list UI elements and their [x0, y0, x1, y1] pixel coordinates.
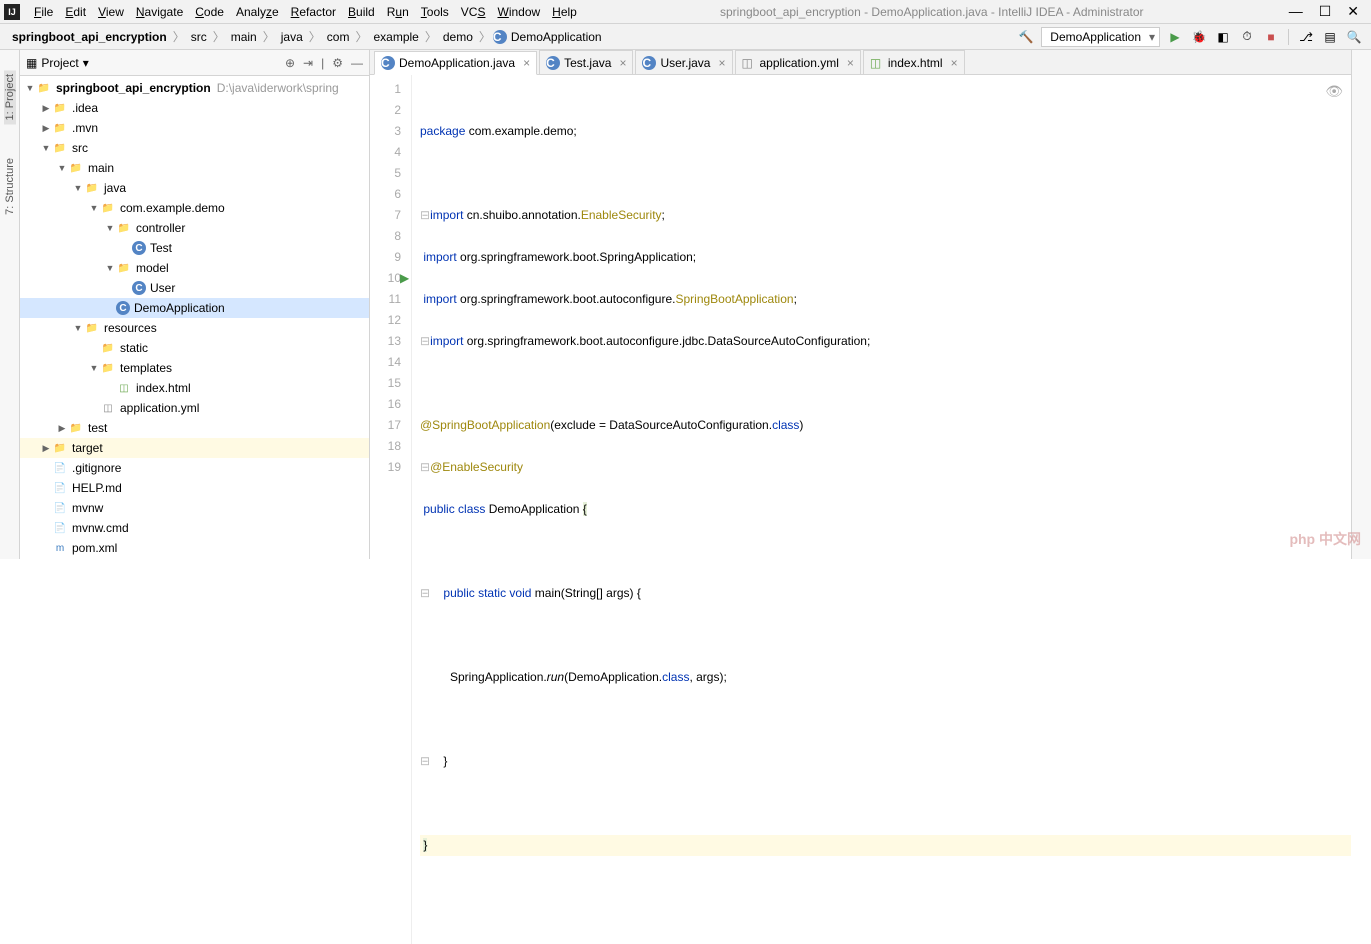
tab-application-yml[interactable]: ◫application.yml×	[735, 50, 861, 74]
menu-build[interactable]: Build	[342, 5, 381, 19]
crumb-src[interactable]: src	[187, 30, 211, 44]
close-icon[interactable]: ×	[718, 56, 725, 70]
maximize-button[interactable]: ☐	[1319, 3, 1332, 20]
tree-selected: CDemoApplication	[20, 298, 369, 318]
menu-refactor[interactable]: Refactor	[285, 5, 342, 19]
profile-icon[interactable]: ⏱	[1238, 28, 1256, 46]
project-tree[interactable]: ▼📁springboot_api_encryptionD:\java\iderw…	[20, 76, 369, 559]
inspection-icon[interactable]: 👁	[1325, 81, 1343, 102]
hide-icon[interactable]: —	[351, 56, 363, 70]
code-editor[interactable]: 12345678910▶111213141516171819 👁 package…	[370, 75, 1351, 944]
tab-user[interactable]: CUser.java×	[635, 50, 732, 74]
crumb-root[interactable]: springboot_api_encryption	[8, 30, 171, 44]
close-icon[interactable]: ×	[523, 56, 530, 70]
menu-edit[interactable]: Edit	[59, 5, 92, 19]
tab-test[interactable]: CTest.java×	[539, 50, 633, 74]
menu-tools[interactable]: Tools	[415, 5, 455, 19]
search-icon[interactable]: 🔍	[1345, 28, 1363, 46]
menu-help[interactable]: Help	[546, 5, 583, 19]
minimize-button[interactable]: —	[1289, 3, 1303, 20]
crumb-file[interactable]: DemoApplication	[507, 30, 606, 44]
menu-file[interactable]: File	[28, 5, 59, 19]
debug-icon[interactable]: 🐞	[1190, 28, 1208, 46]
scroll-from-source-icon[interactable]: ⊕	[285, 56, 295, 70]
build-icon[interactable]: 🔨	[1017, 28, 1035, 46]
crumb-com[interactable]: com	[323, 30, 354, 44]
menu-view[interactable]: View	[92, 5, 130, 19]
settings-icon[interactable]: ⚙	[332, 56, 343, 70]
right-tool-stripe	[1351, 50, 1371, 559]
class-icon: C	[493, 30, 507, 44]
run-configuration-select[interactable]: DemoApplication	[1041, 27, 1160, 47]
line-gutter: 12345678910▶111213141516171819	[370, 75, 412, 944]
tab-demoapplication[interactable]: CDemoApplication.java×	[374, 51, 537, 75]
tab-index-html[interactable]: ◫index.html×	[863, 50, 965, 74]
stop-icon[interactable]: ■	[1262, 28, 1280, 46]
menu-bar: IJ File Edit View Navigate Code Analyze …	[0, 0, 1371, 24]
menu-vcs[interactable]: VCS	[455, 5, 492, 19]
git-icon[interactable]: ⎇	[1297, 28, 1315, 46]
menu-run[interactable]: Run	[381, 5, 415, 19]
crumb-java[interactable]: java	[277, 30, 307, 44]
code-content[interactable]: 👁 package com.example.demo; ⊟import cn.s…	[412, 75, 1351, 944]
editor-tabs: CDemoApplication.java× CTest.java× CUser…	[370, 50, 1351, 75]
crumb-example[interactable]: example	[369, 30, 422, 44]
coverage-icon[interactable]: ◧	[1214, 28, 1232, 46]
crumb-main[interactable]: main	[227, 30, 261, 44]
tool-structure[interactable]: 7: Structure	[4, 154, 16, 219]
crumb-demo[interactable]: demo	[439, 30, 477, 44]
breadcrumb: springboot_api_encryption〉 src〉 main〉 ja…	[8, 28, 606, 45]
menu-code[interactable]: Code	[189, 5, 230, 19]
structure-icon[interactable]: ▤	[1321, 28, 1339, 46]
project-panel-title[interactable]: ▦ Project ▾	[26, 56, 89, 70]
close-icon[interactable]: ×	[847, 56, 854, 70]
navigation-bar: springboot_api_encryption〉 src〉 main〉 ja…	[0, 24, 1371, 50]
app-logo: IJ	[4, 4, 20, 20]
editor-area: CDemoApplication.java× CTest.java× CUser…	[370, 50, 1351, 559]
collapse-all-icon[interactable]: ⇥	[303, 56, 313, 70]
watermark: php 中文网	[1289, 529, 1361, 549]
menu-window[interactable]: Window	[491, 5, 546, 19]
menu-analyze[interactable]: Analyze	[230, 5, 285, 19]
close-icon[interactable]: ×	[619, 56, 626, 70]
run-gutter-icon[interactable]: ▶	[400, 268, 409, 289]
close-button[interactable]: ✕	[1347, 3, 1359, 20]
project-panel: ▦ Project ▾ ⊕ ⇥ | ⚙ — ▼📁springboot_api_e…	[20, 50, 370, 559]
run-icon[interactable]: ▶	[1166, 28, 1184, 46]
window-title: springboot_api_encryption - DemoApplicat…	[583, 5, 1281, 19]
left-tool-stripe: 1: Project 7: Structure	[0, 50, 20, 559]
menu-navigate[interactable]: Navigate	[130, 5, 189, 19]
close-icon[interactable]: ×	[951, 56, 958, 70]
tool-project[interactable]: 1: Project	[4, 70, 16, 124]
